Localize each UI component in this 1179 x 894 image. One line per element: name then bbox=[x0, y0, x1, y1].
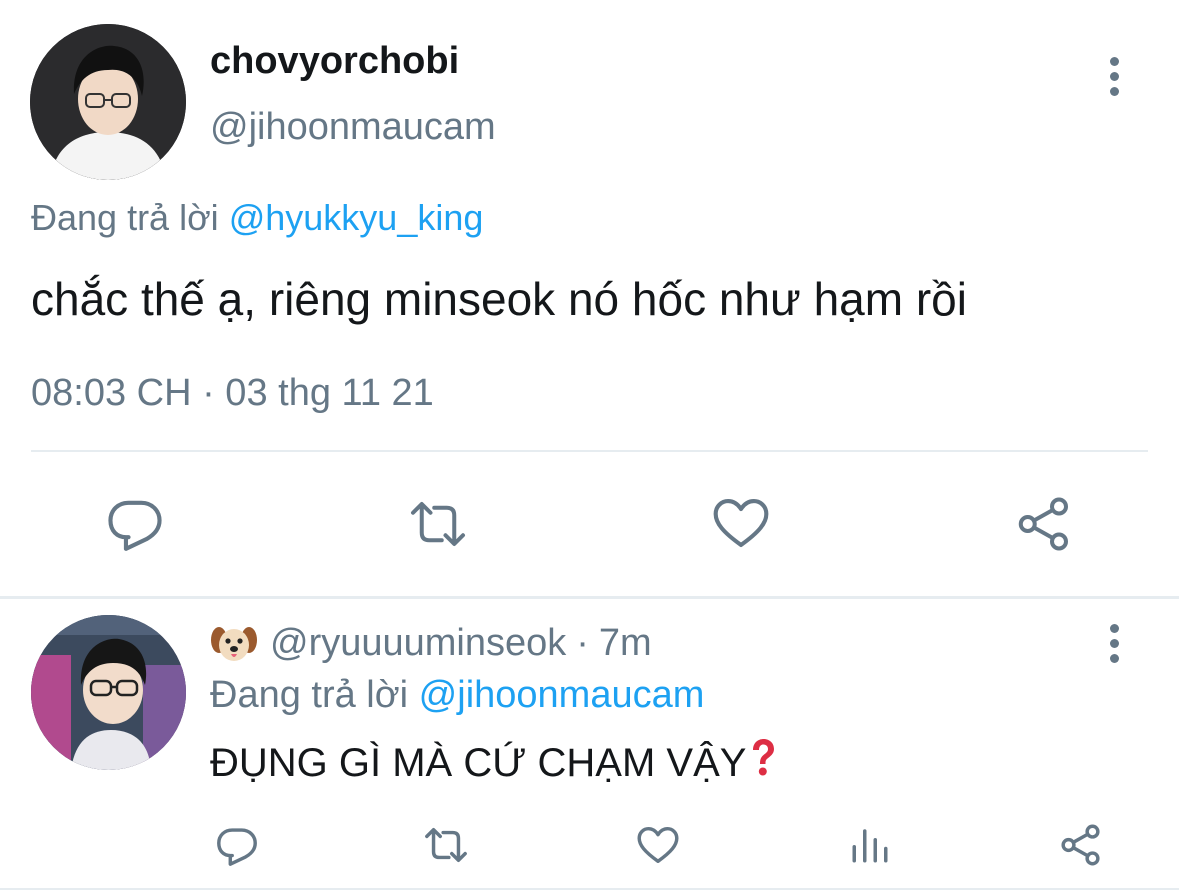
replying-to-mention-link[interactable]: @hyukkyu_king bbox=[229, 197, 484, 238]
kebab-dot bbox=[1109, 639, 1119, 648]
reply-tweet-text: ĐỤNG GÌ MÀ CỨ CHẠM VẬY bbox=[210, 740, 747, 785]
reply-button[interactable] bbox=[104, 492, 166, 554]
reply-icon bbox=[108, 500, 162, 551]
divider bbox=[31, 450, 1148, 452]
more-options-icon[interactable] bbox=[1109, 57, 1119, 96]
dog-face-emoji-icon bbox=[210, 624, 258, 664]
kebab-dot bbox=[1109, 72, 1119, 81]
reply-tweet-time: 7m bbox=[598, 622, 652, 664]
main-tweet-replying-to: Đang trả lời @hyukkyu_king bbox=[31, 197, 483, 239]
reply-tweet-text-row: ĐỤNG GÌ MÀ CỨ CHẠM VẬY bbox=[210, 738, 778, 788]
user-avatar-photo-icon bbox=[31, 615, 186, 770]
more-options-icon[interactable] bbox=[1109, 624, 1119, 663]
reply-tweet-avatar[interactable] bbox=[31, 615, 186, 770]
reply-button[interactable] bbox=[214, 822, 260, 868]
like-button[interactable] bbox=[635, 822, 681, 868]
main-tweet-timestamp: 08:03 CH · 03 thg 11 21 bbox=[31, 372, 434, 414]
reply-tweet-header: @ryuuuuminseok · 7m bbox=[210, 622, 652, 665]
reply-tweet-replying-to: Đang trả lời @jihoonmaucam bbox=[210, 674, 704, 717]
replying-to-mention-link[interactable]: @jihoonmaucam bbox=[419, 674, 705, 716]
replying-prefix: Đang trả lời bbox=[210, 674, 409, 716]
kebab-dot bbox=[1109, 87, 1119, 96]
red-question-mark-emoji-icon bbox=[748, 738, 778, 788]
share-button[interactable] bbox=[1013, 494, 1075, 554]
like-icon bbox=[713, 498, 769, 548]
reply-icon bbox=[217, 828, 257, 866]
kebab-dot bbox=[1109, 624, 1119, 633]
share-button[interactable] bbox=[1058, 822, 1104, 868]
retweet-button[interactable] bbox=[406, 494, 470, 554]
reply-tweet-handle[interactable]: @ryuuuuminseok bbox=[270, 622, 566, 665]
kebab-dot bbox=[1109, 654, 1119, 663]
user-avatar-photo-icon bbox=[30, 24, 186, 180]
divider bbox=[0, 888, 1179, 890]
retweet-button[interactable] bbox=[421, 822, 471, 868]
retweet-icon bbox=[411, 502, 465, 546]
like-icon bbox=[637, 826, 679, 864]
main-tweet-avatar[interactable] bbox=[30, 24, 186, 180]
main-tweet-display-name[interactable]: chovyorchobi bbox=[210, 40, 459, 83]
main-tweet-handle[interactable]: @jihoonmaucam bbox=[210, 106, 496, 149]
share-icon bbox=[1018, 497, 1068, 551]
like-button[interactable] bbox=[710, 492, 772, 554]
header-separator: · bbox=[576, 622, 589, 664]
analytics-button[interactable] bbox=[849, 824, 891, 866]
divider bbox=[0, 596, 1179, 599]
replying-prefix: Đang trả lời bbox=[31, 197, 219, 238]
share-icon bbox=[1061, 824, 1100, 866]
analytics-icon bbox=[852, 829, 888, 863]
retweet-icon bbox=[425, 827, 467, 863]
main-tweet-text: chắc thế ạ, riêng minseok nó hốc như hạm… bbox=[31, 273, 967, 325]
kebab-dot bbox=[1109, 57, 1119, 66]
